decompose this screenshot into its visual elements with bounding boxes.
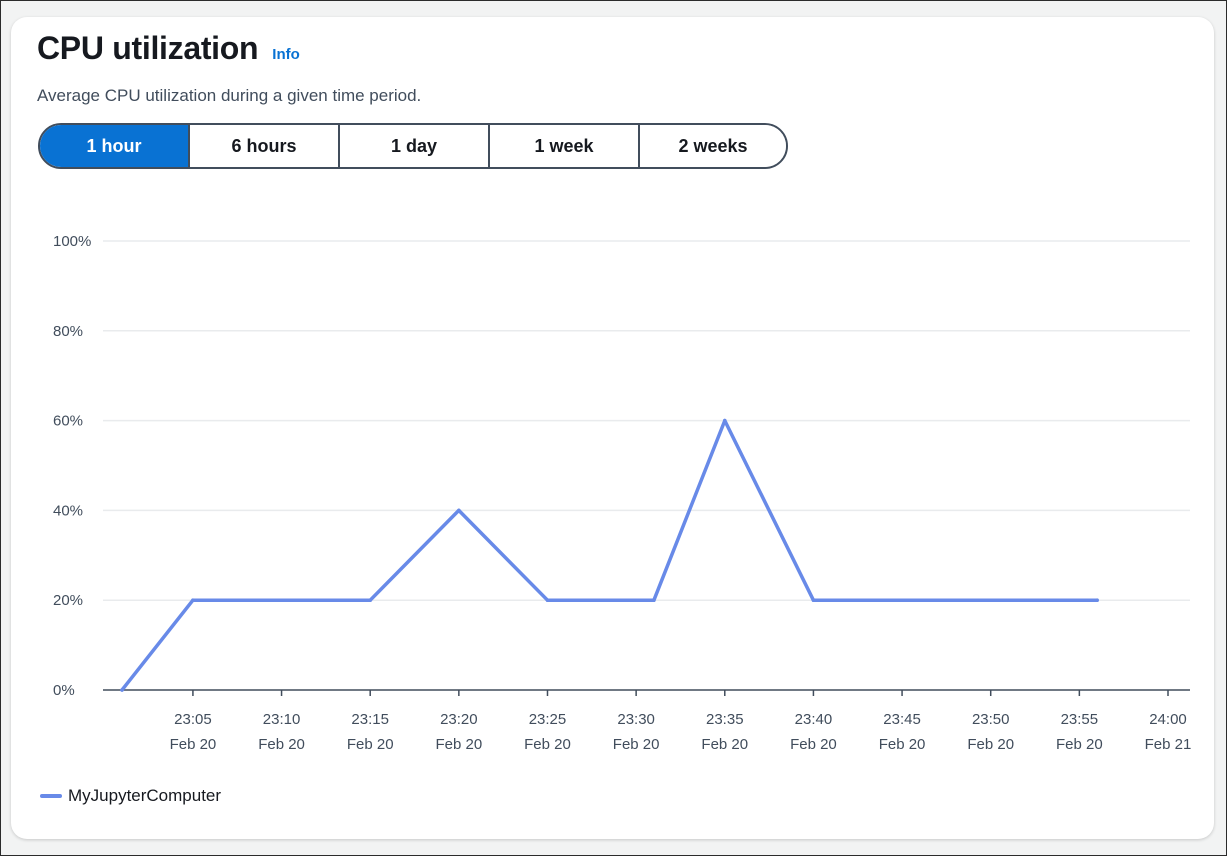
- y-tick-label: 60%: [53, 413, 83, 430]
- series-line-myjupytercomputer: [120, 418, 1099, 692]
- data-point: [652, 598, 656, 602]
- legend-swatch-icon: [40, 794, 62, 798]
- x-tick-date-label: Feb 20: [1056, 736, 1103, 753]
- data-point: [1095, 598, 1099, 602]
- data-point: [191, 598, 195, 602]
- x-tick-date-label: Feb 20: [613, 736, 660, 753]
- x-tick-time-label: 23:25: [529, 711, 567, 728]
- chart-legend[interactable]: MyJupyterComputer: [40, 786, 221, 806]
- x-tick-time-label: 23:10: [263, 711, 301, 728]
- x-tick-date-label: Feb 20: [347, 736, 394, 753]
- x-tick-time-label: 23:55: [1061, 711, 1099, 728]
- x-tick-date-label: Feb 20: [879, 736, 926, 753]
- x-tick-time-label: 23:15: [351, 711, 389, 728]
- x-tick-date-label: Feb 20: [967, 736, 1014, 753]
- data-point: [811, 598, 816, 602]
- x-tick-time-label: 24:00: [1149, 711, 1187, 728]
- x-tick-time-label: 23:50: [972, 711, 1010, 728]
- x-tick-date-label: Feb 21: [1145, 736, 1192, 753]
- x-tick-time-label: 23:35: [706, 711, 744, 728]
- data-point: [457, 508, 461, 513]
- y-tick-label: 0%: [53, 682, 75, 699]
- x-tick-date-label: Feb 20: [435, 736, 482, 753]
- x-tick-date-label: Feb 20: [170, 736, 217, 753]
- x-tick-time-label: 23:05: [174, 711, 212, 728]
- x-tick-date-label: Feb 20: [524, 736, 571, 753]
- data-point: [368, 598, 373, 602]
- x-tick-time-label: 23:40: [795, 711, 833, 728]
- legend-label: MyJupyterComputer: [68, 786, 222, 805]
- data-point: [722, 418, 727, 423]
- x-tick-date-label: Feb 20: [258, 736, 305, 753]
- y-tick-label: 80%: [53, 323, 83, 340]
- y-tick-label: 40%: [53, 502, 83, 519]
- cpu-line-chart: 0% 20% 40% 60% 80% 100% 23:05 Feb 20 23:10 Feb 20…: [53, 233, 1192, 753]
- data-point: [545, 598, 550, 602]
- x-tick-time-label: 23:30: [617, 711, 655, 728]
- y-tick-label: 100%: [53, 233, 91, 250]
- x-tick-time-label: 23:45: [883, 711, 921, 728]
- data-point: [120, 688, 124, 692]
- x-tick-time-label: 23:20: [440, 711, 478, 728]
- x-tick-date-label: Feb 20: [790, 736, 837, 753]
- x-tick-date-label: Feb 20: [701, 736, 748, 753]
- y-tick-label: 20%: [53, 592, 83, 609]
